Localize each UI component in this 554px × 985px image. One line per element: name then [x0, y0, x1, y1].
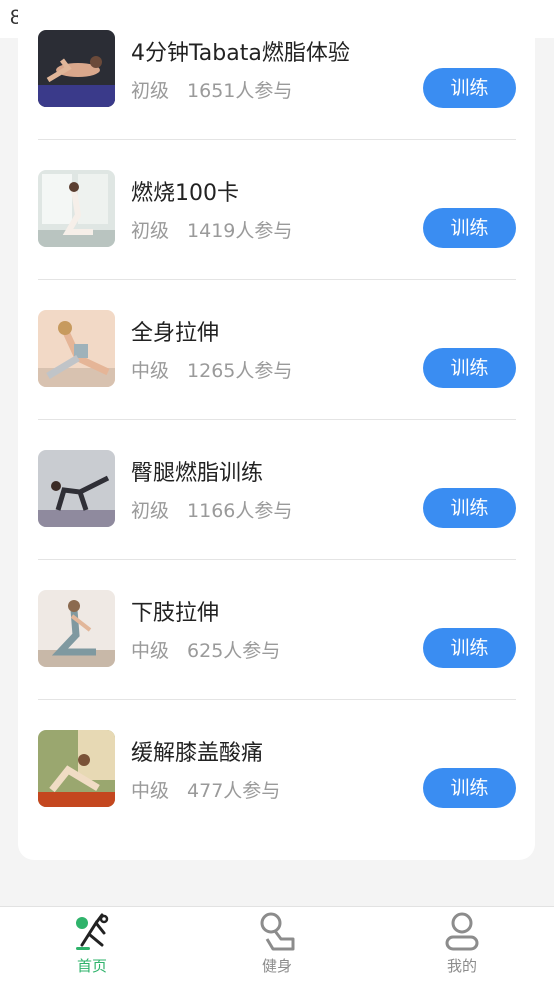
list-item[interactable]: 全身拉伸 中级 1265人参与 训练 — [18, 280, 535, 420]
kneeling-leg-lift-photo — [38, 450, 115, 527]
tab-home[interactable]: 首页 — [32, 907, 152, 985]
workout-meta: 初级 1419人参与 — [131, 216, 292, 243]
side-stretch-photo — [38, 310, 115, 387]
floor-workout-photo — [38, 30, 115, 107]
list-item[interactable]: 臀腿燃脂训练 初级 1166人参与 训练 — [18, 420, 535, 560]
workout-title: 缓解膝盖酸痛 — [131, 741, 264, 766]
running-icon — [76, 913, 109, 950]
workout-title: 臀腿燃脂训练 — [131, 461, 264, 486]
tab-label: 我的 — [446, 957, 477, 975]
workout-level: 初级 — [131, 500, 170, 522]
train-button[interactable]: 训练 — [423, 348, 516, 388]
workout-participants: 477人参与 — [187, 780, 281, 802]
list-item[interactable]: 下肢拉伸 中级 625人参与 训练 — [18, 560, 535, 700]
tab-profile[interactable]: 我的 — [402, 907, 522, 985]
fitness-icon — [260, 912, 295, 951]
workout-meta: 中级 625人参与 — [131, 636, 280, 663]
workout-participants: 625人参与 — [187, 640, 281, 662]
tab-label: 首页 — [76, 957, 107, 975]
workout-list-card: 4分钟Tabata燃脂体验 初级 1651人参与 训练 燃烧100卡 初级 14… — [18, 0, 535, 860]
workout-level: 中级 — [131, 360, 170, 382]
stretch-by-window-photo — [38, 170, 115, 247]
workout-level: 初级 — [131, 220, 170, 242]
workout-participants: 1265人参与 — [187, 360, 293, 382]
workout-title: 燃烧100卡 — [131, 181, 239, 206]
workout-meta: 中级 477人参与 — [131, 776, 280, 803]
profile-icon — [445, 912, 479, 951]
workout-participants: 1166人参与 — [187, 500, 293, 522]
workout-title: 全身拉伸 — [131, 321, 220, 346]
workout-level: 初级 — [131, 80, 170, 102]
list-item[interactable]: 缓解膝盖酸痛 中级 477人参与 训练 — [18, 700, 535, 840]
train-button[interactable]: 训练 — [423, 68, 516, 108]
train-button[interactable]: 训练 — [423, 208, 516, 248]
list-item[interactable]: 4分钟Tabata燃脂体验 初级 1651人参与 训练 — [18, 0, 535, 140]
workout-participants: 1419人参与 — [187, 220, 293, 242]
train-button[interactable]: 训练 — [423, 768, 516, 808]
seated-stretch-photo — [38, 590, 115, 667]
workout-level: 中级 — [131, 640, 170, 662]
workout-level: 中级 — [131, 780, 170, 802]
workout-title: 4分钟Tabata燃脂体验 — [131, 41, 350, 66]
tab-label: 健身 — [261, 957, 292, 975]
workout-participants: 1651人参与 — [187, 80, 293, 102]
workout-title: 下肢拉伸 — [131, 601, 220, 626]
train-button[interactable]: 训练 — [423, 488, 516, 528]
workout-meta: 初级 1166人参与 — [131, 496, 292, 523]
train-button[interactable]: 训练 — [423, 628, 516, 668]
bottom-tab-bar: 首页 健身 我的 — [0, 906, 554, 985]
list-item[interactable]: 燃烧100卡 初级 1419人参与 训练 — [18, 140, 535, 280]
forward-bend-photo — [38, 730, 115, 807]
tab-fitness[interactable]: 健身 — [217, 907, 337, 985]
workout-meta: 初级 1651人参与 — [131, 76, 292, 103]
workout-meta: 中级 1265人参与 — [131, 356, 292, 383]
